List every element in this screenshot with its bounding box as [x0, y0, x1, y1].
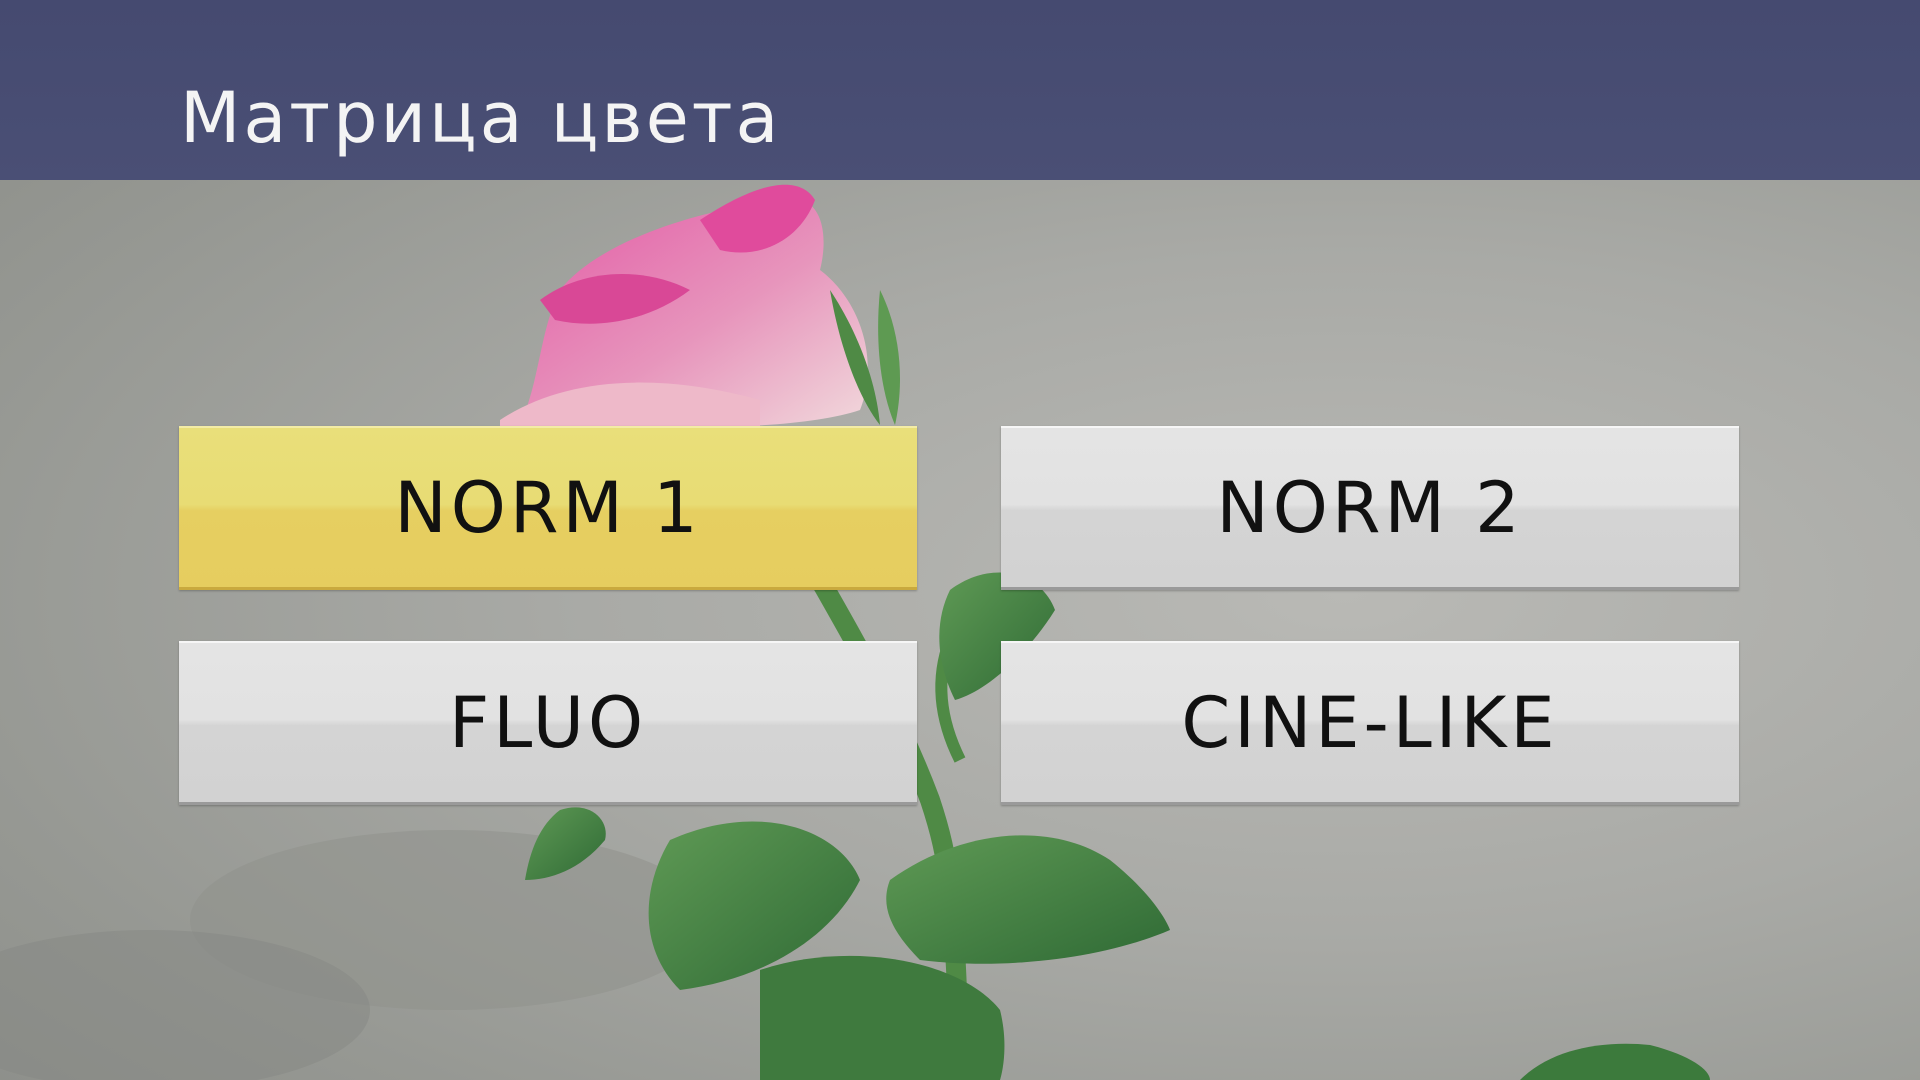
- menu-title: Матрица цвета: [180, 77, 782, 159]
- option-cine-like-button[interactable]: CINE-LIKE: [1001, 641, 1739, 805]
- option-norm-1-button[interactable]: NORM 1: [179, 426, 917, 590]
- menu-header-bar: Матрица цвета: [0, 0, 1920, 180]
- rose-bud: [500, 184, 868, 430]
- option-fluo-button[interactable]: FLUO: [179, 641, 917, 805]
- option-norm-2-button[interactable]: NORM 2: [1001, 426, 1739, 590]
- camera-menu-screen: Матрица цвета NORM 1 NORM 2 FLUO CINE-LI…: [0, 0, 1920, 1080]
